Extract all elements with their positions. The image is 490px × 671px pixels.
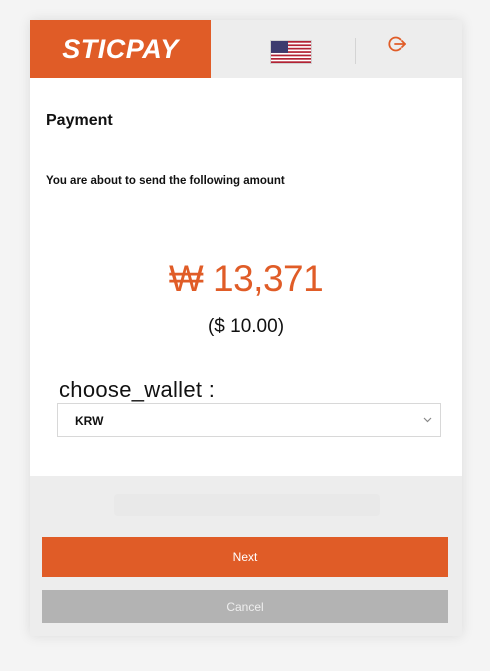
action-footer: Next Cancel — [30, 476, 462, 636]
converted-amount: ($ 10.00) — [207, 316, 285, 337]
sticpay-logo: STICPAY — [30, 20, 211, 78]
logout-icon[interactable] — [387, 34, 407, 54]
us-flag-icon[interactable] — [270, 40, 312, 64]
header-bar: STICPAY — [30, 20, 462, 78]
faint-placeholder-bar — [114, 494, 380, 516]
wallet-select-value: KRW — [75, 414, 104, 428]
wallet-label: choose_wallet : — [59, 377, 216, 402]
page-title: Payment — [46, 112, 113, 129]
payment-card: STICPAY Payment You are about to send th… — [30, 20, 462, 636]
header-divider — [355, 38, 356, 64]
wallet-select[interactable]: KRW — [57, 403, 441, 437]
next-button[interactable]: Next — [42, 537, 448, 577]
payment-amount: ₩ 13,371 — [168, 258, 324, 299]
chevron-down-icon — [423, 417, 432, 423]
logo-text: STICPAY — [62, 33, 179, 64]
cancel-button[interactable]: Cancel — [42, 590, 448, 623]
page-subtitle: You are about to send the following amou… — [46, 175, 285, 187]
